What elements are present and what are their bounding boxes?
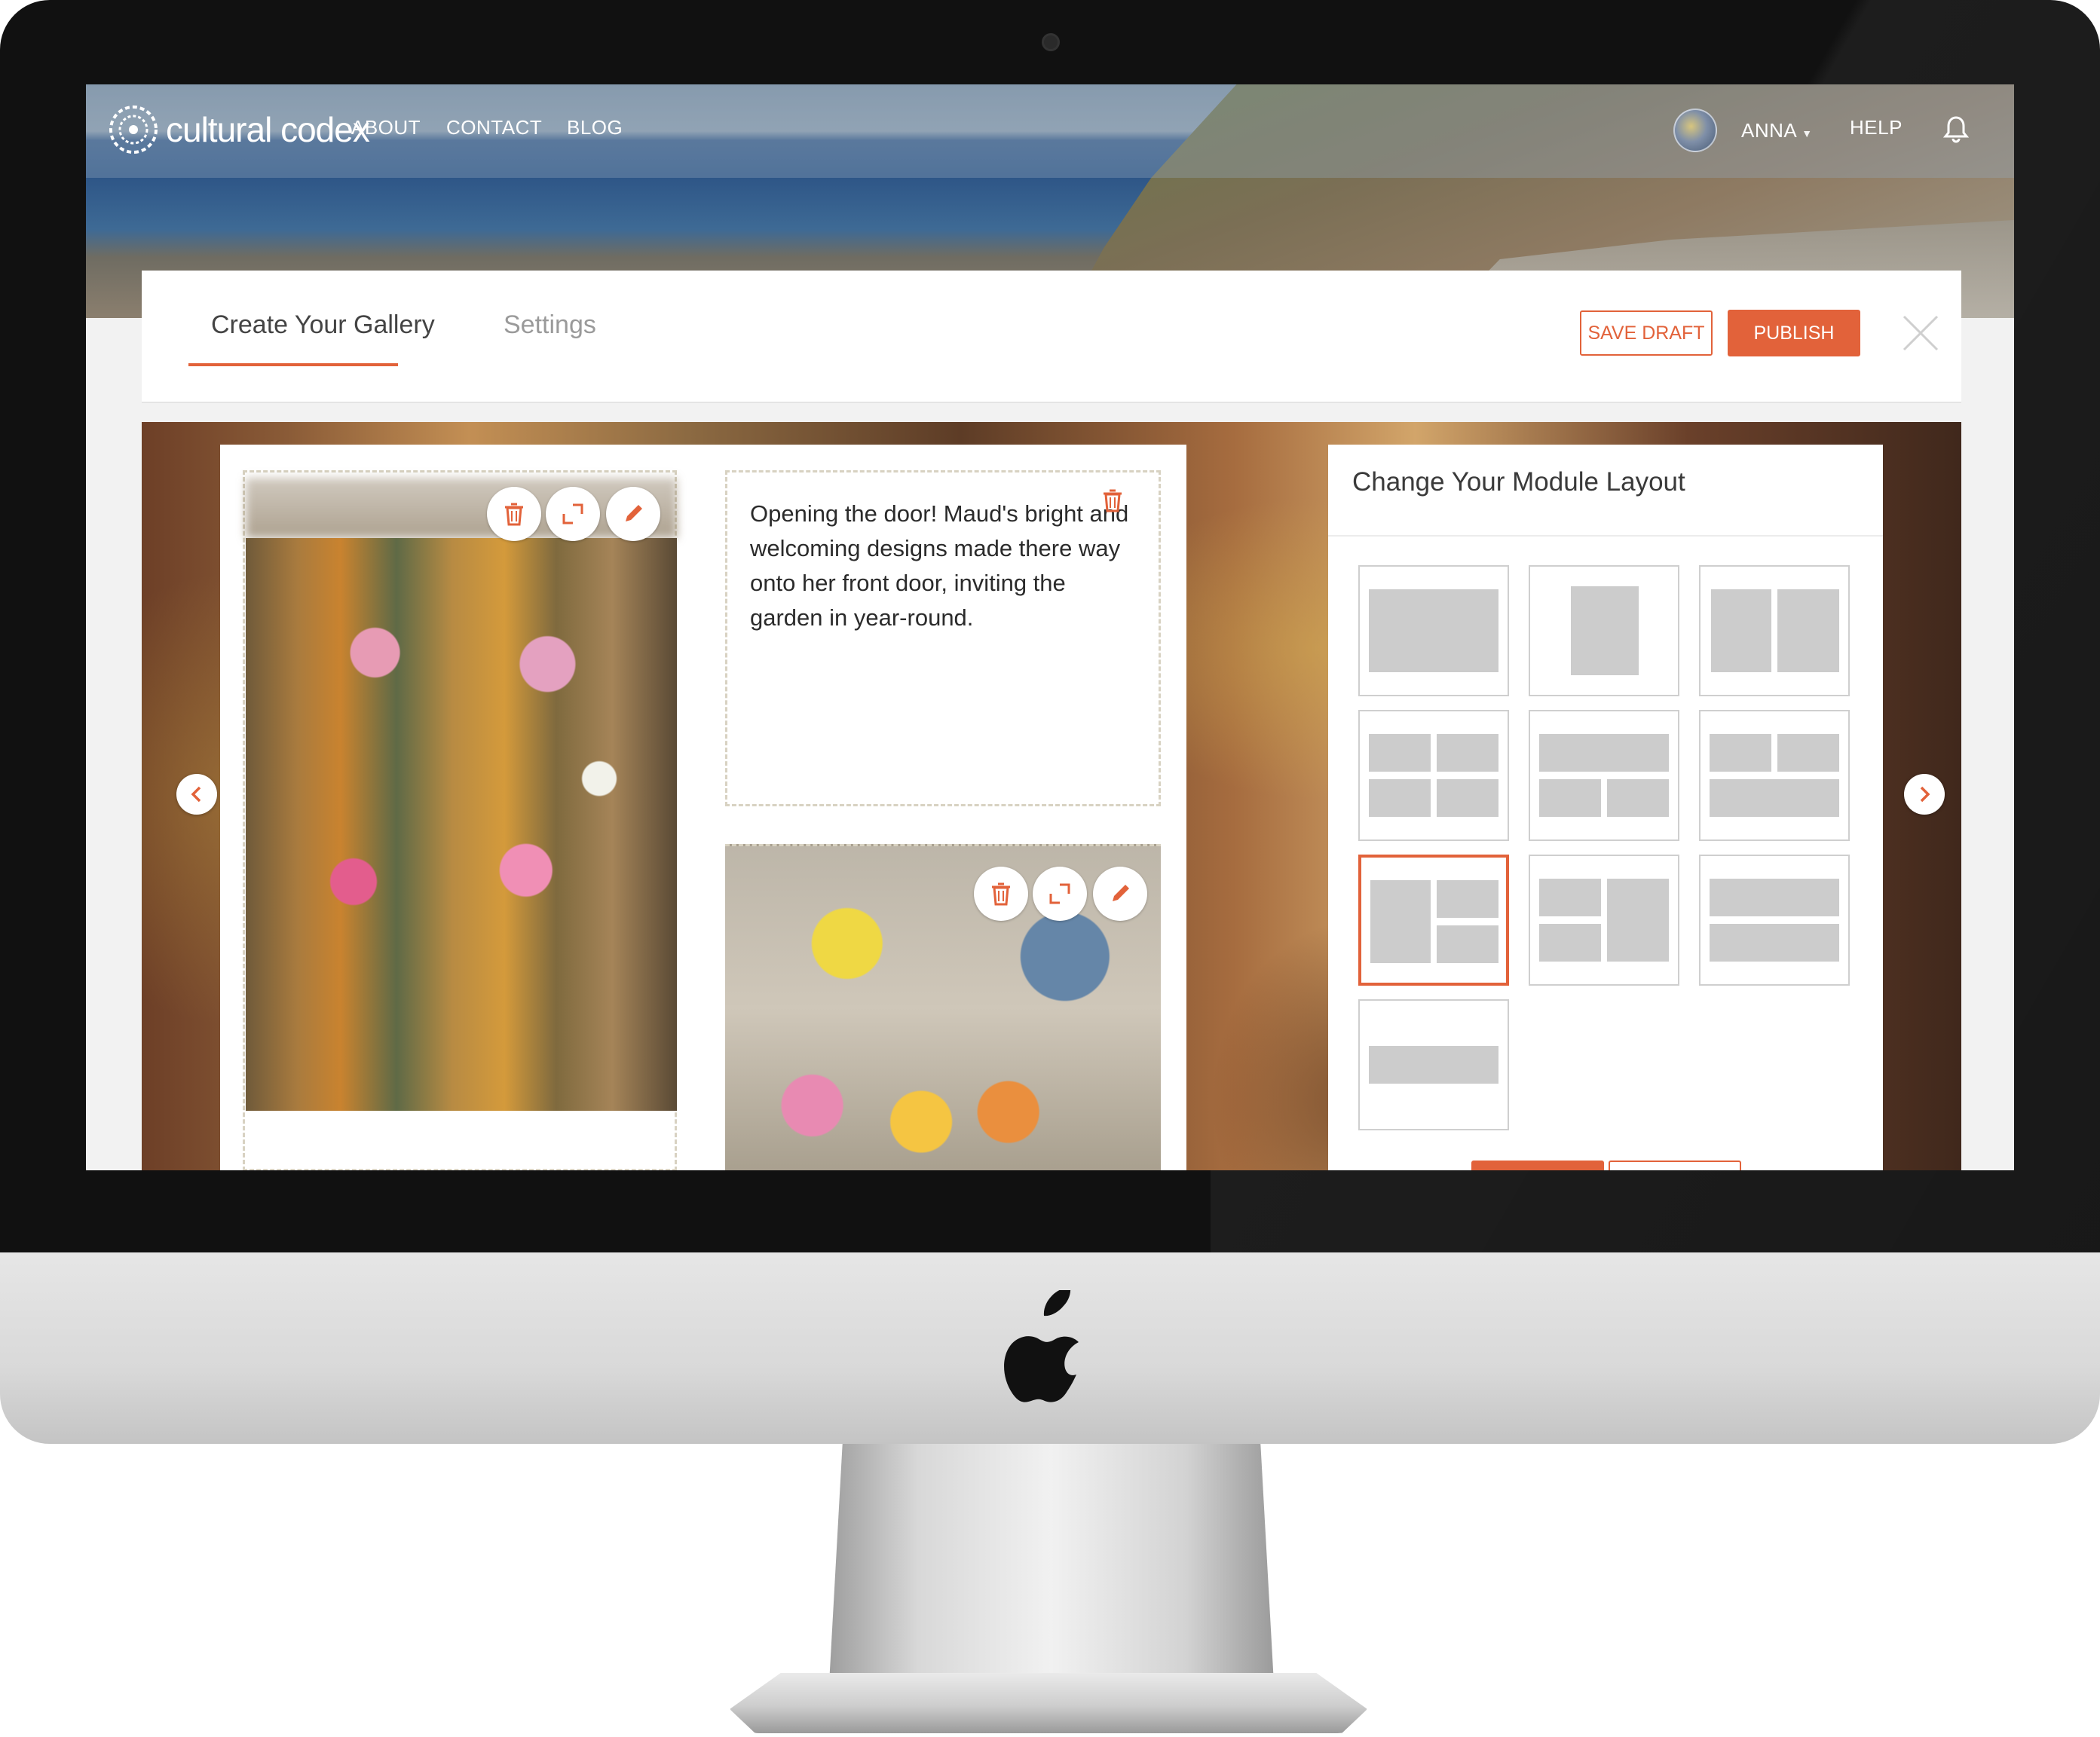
layout-panel: Change Your Module Layout [1328, 445, 1883, 1170]
nav-link-contact[interactable]: CONTACT [446, 116, 542, 139]
edit-image-1-button[interactable] [606, 487, 660, 541]
active-tab-indicator [188, 363, 398, 366]
screen: cultural codex ABOUT CONTACT BLOG ANNA ▼ … [86, 84, 2014, 1170]
layout-option-two-rows[interactable] [1699, 855, 1850, 986]
user-name: ANNA [1741, 119, 1798, 142]
close-icon[interactable] [1899, 312, 1942, 354]
trash-icon [992, 882, 1010, 906]
pencil-icon [626, 505, 642, 521]
next-module-button[interactable] [1904, 774, 1945, 815]
caption-text[interactable]: Opening the door! Maud's bright and welc… [750, 497, 1142, 635]
help-link[interactable]: HELP [1850, 116, 1903, 139]
cancel-layout-button[interactable] [1609, 1161, 1741, 1170]
layout-option-single-wide[interactable] [1358, 565, 1509, 696]
layout-option-two-top-wide-bottom[interactable] [1699, 710, 1850, 841]
layout-panel-title: Change Your Module Layout [1352, 467, 1685, 497]
layout-option-two-left-tall-right[interactable] [1529, 855, 1679, 986]
apply-layout-button[interactable] [1471, 1161, 1604, 1170]
layout-option-four-grid[interactable] [1358, 710, 1509, 841]
divider [1328, 535, 1883, 537]
trash-icon[interactable] [1097, 485, 1128, 515]
resize-icon [562, 503, 583, 524]
previous-module-button[interactable] [176, 774, 217, 815]
logo-text: cultural codex [166, 110, 370, 149]
edit-image-2-button[interactable] [1093, 867, 1147, 921]
layout-option-top-wide-two-bottom[interactable] [1529, 710, 1679, 841]
resize-icon [1049, 883, 1070, 904]
user-menu[interactable]: ANNA ▼ [1741, 119, 1813, 142]
layout-option-single-banner[interactable] [1358, 999, 1509, 1130]
chevron-left-icon [191, 786, 201, 803]
resize-image-2-button[interactable] [1033, 867, 1087, 921]
delete-image-1-button[interactable] [487, 487, 541, 541]
chevron-down-icon: ▼ [1802, 127, 1813, 139]
top-navigation: cultural codex ABOUT CONTACT BLOG ANNA ▼ … [86, 84, 2014, 178]
tab-settings[interactable]: Settings [504, 310, 596, 340]
publish-button[interactable]: PUBLISH [1728, 310, 1860, 356]
layout-option-single-tall[interactable] [1529, 565, 1679, 696]
layout-option-two-columns[interactable] [1699, 565, 1850, 696]
camera-icon [1042, 33, 1060, 51]
delete-image-2-button[interactable] [974, 867, 1028, 921]
nav-link-blog[interactable]: BLOG [567, 116, 623, 139]
site-logo[interactable]: cultural codex [109, 99, 370, 160]
trash-icon [505, 503, 523, 526]
module-editor: Opening the door! Maud's bright and welc… [220, 445, 1186, 1170]
apple-logo-icon [1004, 1290, 1079, 1402]
monitor-stand [829, 1444, 1274, 1683]
resize-image-1-button[interactable] [546, 487, 600, 541]
monitor-stand-foot [730, 1673, 1367, 1733]
pencil-icon [1113, 885, 1129, 901]
gallery-canvas: Opening the door! Maud's bright and welc… [142, 422, 1961, 1170]
save-draft-button[interactable]: SAVE DRAFT [1580, 310, 1713, 356]
tab-create-gallery[interactable]: Create Your Gallery [211, 310, 435, 340]
layout-option-left-tall-two-right[interactable] [1358, 855, 1509, 986]
nav-link-about[interactable]: ABOUT [351, 116, 421, 139]
bell-icon[interactable] [1943, 115, 1969, 143]
user-avatar[interactable] [1673, 109, 1717, 152]
image-painted-door[interactable] [246, 538, 677, 1111]
chevron-right-icon [1920, 786, 1930, 803]
text-block[interactable]: Opening the door! Maud's bright and welc… [725, 470, 1161, 806]
logo-mark-icon [109, 106, 158, 154]
